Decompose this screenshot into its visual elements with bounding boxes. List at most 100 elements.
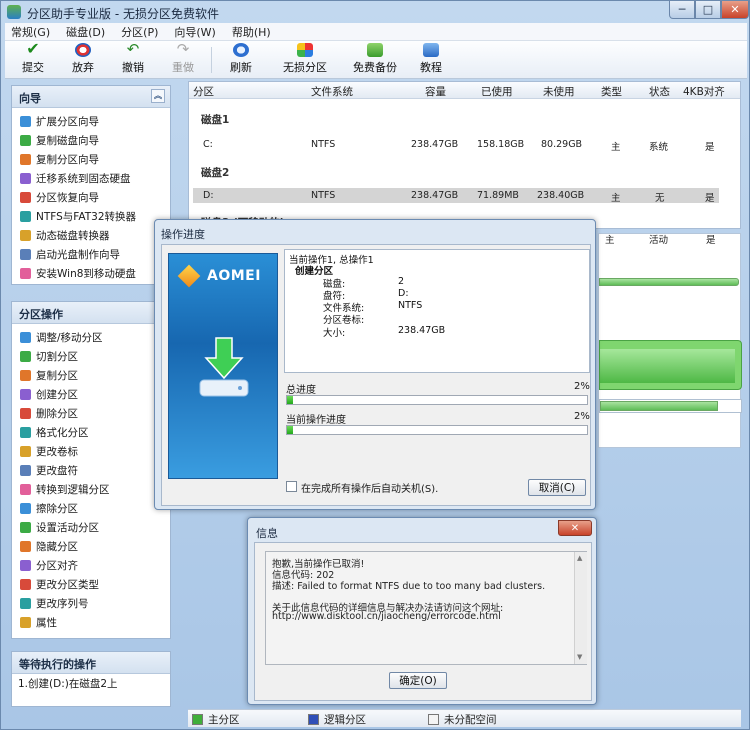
scroll-down-icon[interactable]: ▼ xyxy=(577,653,582,661)
col-status[interactable]: 状态 xyxy=(649,84,670,99)
cell-status: 活动 xyxy=(649,235,669,246)
col-unused[interactable]: 未使用 xyxy=(543,84,575,99)
ok-button[interactable]: 确定(O) xyxy=(389,672,447,689)
col-capacity[interactable]: 容量 xyxy=(425,84,446,99)
close-button[interactable]: ✕ xyxy=(721,1,749,19)
col-4k-align[interactable]: 4KB对齐 xyxy=(683,84,725,99)
partition-op-item-icon xyxy=(20,465,31,476)
vertical-scrollbar[interactable]: ▲ ▼ xyxy=(574,552,587,664)
cell-4k-align: 是 xyxy=(705,142,715,153)
wizard-item[interactable]: 动态磁盘转换器 xyxy=(12,226,170,245)
col-partition[interactable]: 分区 xyxy=(193,84,214,99)
wizard-item-label: 复制分区向导 xyxy=(36,154,99,166)
wizard-item-icon xyxy=(20,116,31,127)
table-row[interactable]: 主 活动 是 xyxy=(599,230,740,246)
checkmark-icon: ✔ xyxy=(26,39,40,58)
table-row-selected[interactable]: D: NTFS 238.47GB 71.89MB 238.40GB 主 无 是 xyxy=(193,188,719,204)
table-row[interactable]: C: NTFS 238.47GB 158.18GB 80.29GB 主 系统 是 xyxy=(193,137,719,153)
ops-panel-header: 分区操作 xyxy=(12,302,170,324)
logical-swatch xyxy=(308,714,319,725)
wizard-item[interactable]: 分区恢复向导 xyxy=(12,188,170,207)
redo-button[interactable]: ↷ 重做 xyxy=(165,40,201,77)
partition-op-item[interactable]: 更改卷标 xyxy=(12,442,170,461)
partition-table: 分区 文件系统 容量 已使用 未使用 类型 状态 4KB对齐 磁盘1 C: NT… xyxy=(188,81,741,229)
partition-op-item[interactable]: 更改分区类型 xyxy=(12,575,170,594)
message-textarea[interactable]: 抱歉,当前操作已取消! 信息代码: 202 描述: Failed to form… xyxy=(265,551,587,665)
total-progress-fill xyxy=(287,396,293,404)
disk3-map[interactable] xyxy=(599,399,742,413)
cancel-button[interactable]: 取消(C) xyxy=(528,479,586,496)
backup-button[interactable]: 免费备份 xyxy=(347,43,403,77)
partition-op-item[interactable]: 擦除分区 xyxy=(12,499,170,518)
partition-op-item[interactable]: 格式化分区 xyxy=(12,423,170,442)
field-label-volume-label: 分区卷标: xyxy=(323,315,365,326)
field-label-size: 大小: xyxy=(323,328,346,339)
partition-op-item-icon xyxy=(20,560,31,571)
wizard-item[interactable]: 安装Win8到移动硬盘 xyxy=(12,264,170,283)
cell-capacity: 238.47GB xyxy=(411,139,459,150)
refresh-button[interactable]: 刷新 xyxy=(223,43,259,77)
menu-bar: 常规(G) 磁盘(D) 分区(P) 向导(W) 帮助(H) xyxy=(5,23,747,41)
unallocated-swatch xyxy=(428,714,439,725)
col-filesystem[interactable]: 文件系统 xyxy=(311,84,353,99)
partition-op-item[interactable]: 更改序列号 xyxy=(12,594,170,613)
wizard-item[interactable]: 复制分区向导 xyxy=(12,150,170,169)
primary-swatch xyxy=(192,714,203,725)
pending-panel-header: 等待执行的操作 xyxy=(12,652,170,674)
partition-op-item[interactable]: 复制分区 xyxy=(12,366,170,385)
backup-label: 免费备份 xyxy=(353,61,397,74)
partition-op-item-icon xyxy=(20,389,31,400)
undo-button[interactable]: ↶ 撤销 xyxy=(115,41,151,77)
partition-op-item[interactable]: 属性 xyxy=(12,613,170,632)
collapse-icon[interactable]: ︽ xyxy=(151,89,165,103)
maximize-button[interactable]: □ xyxy=(695,1,721,19)
wizard-panel-title: 向导 xyxy=(19,92,41,105)
wizard-item[interactable]: 复制磁盘向导 xyxy=(12,131,170,150)
disk2-map-selected[interactable] xyxy=(599,340,742,390)
disk1-partition-bar[interactable] xyxy=(599,278,739,286)
scroll-up-icon[interactable]: ▲ xyxy=(577,554,582,562)
redo-icon: ↷ xyxy=(176,40,190,58)
wizard-item[interactable]: NTFS与FAT32转换器 xyxy=(12,207,170,226)
partition-op-item[interactable]: 转换到逻辑分区 xyxy=(12,480,170,499)
partition-op-item[interactable]: 删除分区 xyxy=(12,404,170,423)
menu-partition[interactable]: 分区(P) xyxy=(121,24,158,40)
menu-general[interactable]: 常规(G) xyxy=(11,24,50,40)
pending-panel-title: 等待执行的操作 xyxy=(19,658,96,671)
menu-help[interactable]: 帮助(H) xyxy=(232,24,271,40)
menu-disk[interactable]: 磁盘(D) xyxy=(66,24,105,40)
current-progress-bar xyxy=(286,425,588,435)
wizard-item[interactable]: 启动光盘制作向导 xyxy=(12,245,170,264)
col-type[interactable]: 类型 xyxy=(601,84,622,99)
submit-button[interactable]: ✔ 提交 xyxy=(15,39,51,77)
book-icon xyxy=(423,43,439,57)
refresh-icon xyxy=(233,43,249,57)
tutorial-button[interactable]: 教程 xyxy=(413,43,449,77)
wizard-item[interactable]: 扩展分区向导 xyxy=(12,112,170,131)
field-value-drive-letter: D: xyxy=(398,288,409,299)
field-value-size: 238.47GB xyxy=(398,325,446,336)
disk-map-area: 主 活动 是 xyxy=(598,230,742,448)
partition-op-item[interactable]: 创建分区 xyxy=(12,385,170,404)
field-value-disk: 2 xyxy=(398,276,405,287)
partition-op-item[interactable]: 设置活动分区 xyxy=(12,518,170,537)
minimize-button[interactable]: ─ xyxy=(669,1,695,19)
discard-button[interactable]: 放弃 xyxy=(65,43,101,77)
cell-status: 系统 xyxy=(649,142,669,153)
partition-op-item[interactable]: 切割分区 xyxy=(12,347,170,366)
col-used[interactable]: 已使用 xyxy=(481,84,513,99)
partition-op-item[interactable]: 更改盘符 xyxy=(12,461,170,480)
auto-shutdown-checkbox[interactable] xyxy=(286,481,297,492)
partition-op-item[interactable]: 分区对齐 xyxy=(12,556,170,575)
partition-op-item[interactable]: 隐藏分区 xyxy=(12,537,170,556)
pending-item[interactable]: 1.创建(D:)在磁盘2上 xyxy=(12,674,170,693)
disk-download-icon xyxy=(199,337,249,397)
disk3-partition-bar xyxy=(600,401,718,411)
info-dialog: 信息 ✕ 抱歉,当前操作已取消! 信息代码: 202 描述: Failed to… xyxy=(247,517,597,705)
wizard-item[interactable]: 迁移系统到固态硬盘 xyxy=(12,169,170,188)
menu-wizard[interactable]: 向导(W) xyxy=(174,24,215,40)
cell-filesystem: NTFS xyxy=(311,139,336,150)
lossless-partition-button[interactable]: 无损分区 xyxy=(277,43,333,77)
partition-op-item[interactable]: 调整/移动分区 xyxy=(12,328,170,347)
info-close-button[interactable]: ✕ xyxy=(558,520,592,536)
